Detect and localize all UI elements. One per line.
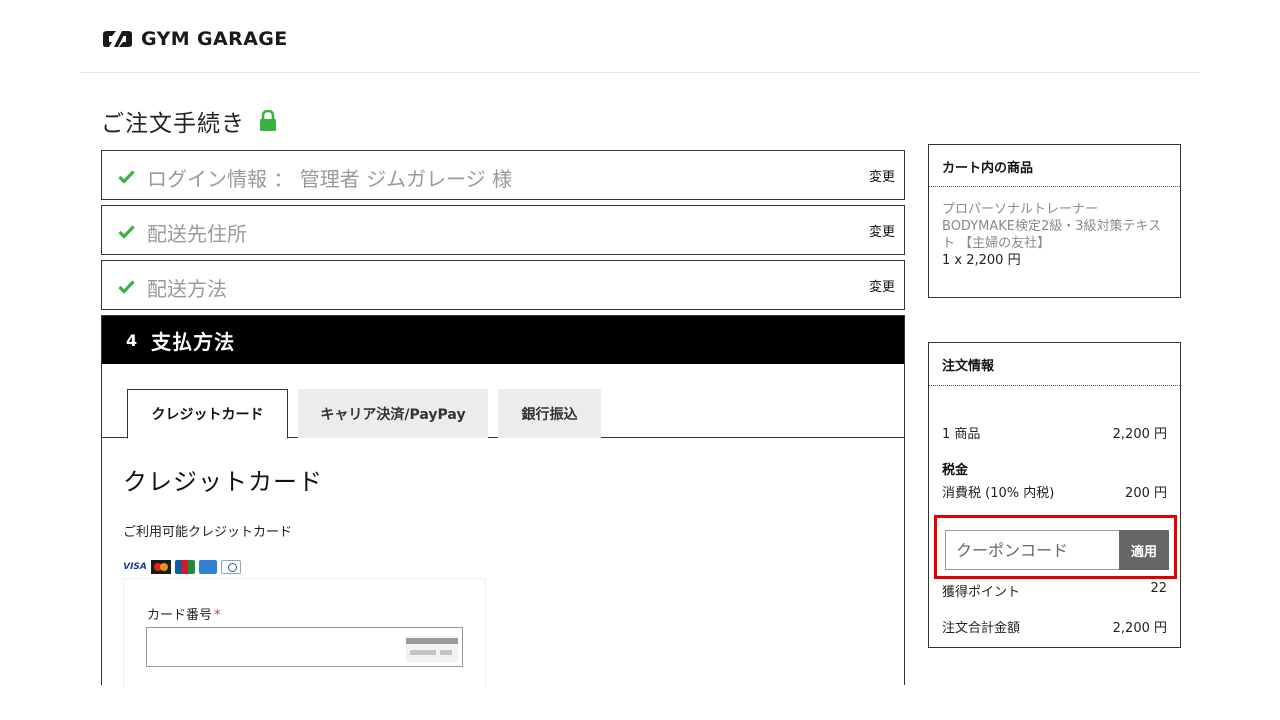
step-label-login: ログイン情報 ： 管理者 ジムガレージ 様 [147, 167, 513, 191]
tab-bank-transfer[interactable]: 銀行振込 [498, 389, 601, 438]
apply-coupon-button[interactable]: 適用 [1119, 530, 1169, 570]
payment-header: 4 支払方法 [102, 316, 904, 364]
total-value: 2,200 円 [1112, 621, 1167, 636]
check-icon [118, 280, 135, 294]
total-row: 注文合計金額 2,200 円 [942, 617, 1167, 636]
card-number-label: カード番号 * [147, 608, 221, 623]
check-icon [118, 225, 135, 239]
payment-tabs: クレジットカード キャリア決済/PayPay 銀行振込 [102, 389, 904, 439]
credit-card-icon [406, 636, 458, 662]
coupon-input[interactable] [945, 530, 1122, 570]
change-address-button[interactable]: 変更 [869, 221, 895, 240]
items-label: 1 商品 [942, 427, 981, 442]
cart-heading: カート内の商品 [929, 145, 1180, 187]
change-login-button[interactable]: 変更 [869, 166, 895, 185]
check-icon [118, 170, 135, 184]
cart-summary: カート内の商品 プロパーソナルトレーナーBODYMAKE検定2級・3級対策テキス… [928, 144, 1181, 298]
lock-icon [260, 110, 276, 131]
items-row: 1 商品 2,200 円 [942, 423, 1167, 442]
items-value: 2,200 円 [1112, 427, 1167, 442]
card-number-input[interactable] [146, 627, 463, 667]
site-header: GYM GARAGE [80, 0, 1200, 73]
step-login: ログイン情報 ： 管理者 ジムガレージ 様 変更 [101, 150, 905, 200]
order-heading: 注文情報 [929, 343, 1180, 386]
card-form: カード番号 * [123, 578, 486, 688]
page-title-row: ご注文手続き [101, 104, 277, 138]
amex-icon [199, 560, 217, 574]
required-mark: * [214, 608, 221, 623]
step-label-shipping-method: 配送方法 [147, 277, 227, 301]
mastercard-icon [151, 560, 171, 574]
step-number: 4 [126, 330, 138, 350]
brand-name: GYM GARAGE [141, 28, 288, 50]
step-label-shipping-address: 配送先住所 [147, 222, 247, 246]
total-label: 注文合計金額 [942, 621, 1021, 636]
tab-credit-card[interactable]: クレジットカード [127, 389, 288, 439]
coupon-highlight: 適用 [934, 515, 1177, 579]
tax-row: 消費税 (10% 内税) 200 円 [942, 482, 1167, 501]
page-title: ご注文手続き [101, 111, 245, 137]
tax-label: 消費税 (10% 内税) [942, 486, 1055, 501]
payment-section: 4 支払方法 クレジットカード キャリア決済/PayPay 銀行振込 クレジット… [101, 315, 905, 688]
gym-garage-logo-icon [103, 31, 132, 47]
jcb-icon [175, 560, 195, 574]
step-shipping-method: 配送方法 変更 [101, 260, 905, 310]
diners-icon [221, 560, 241, 574]
points-label: 獲得ポイント [942, 585, 1021, 600]
tab-carrier-paypay[interactable]: キャリア決済/PayPay [298, 389, 488, 438]
tax-value: 200 円 [1125, 486, 1167, 501]
points-value: 22 [1150, 581, 1167, 596]
credit-card-heading: クレジットカード [123, 468, 323, 496]
card-brands: VISA [123, 560, 241, 574]
step-shipping-address: 配送先住所 変更 [101, 205, 905, 255]
cart-item-qty-price: 1 x 2,200 円 [942, 253, 1021, 268]
tax-heading: 税金 [942, 463, 969, 478]
visa-icon: VISA [123, 562, 147, 572]
order-summary: 注文情報 1 商品 2,200 円 税金 消費税 (10% 内税) 200 円 … [928, 342, 1181, 648]
cart-item: プロパーソナルトレーナーBODYMAKE検定2級・3級対策テキスト 【主婦の友社… [929, 187, 1180, 283]
points-row: 獲得ポイント 22 [942, 581, 1167, 600]
logo[interactable]: GYM GARAGE [102, 28, 288, 50]
available-cards-label: ご利用可能クレジットカード [123, 525, 293, 540]
change-method-button[interactable]: 変更 [869, 276, 895, 295]
payment-title: 支払方法 [151, 329, 236, 354]
cart-item-name[interactable]: プロパーソナルトレーナーBODYMAKE検定2級・3級対策テキスト 【主婦の友社… [942, 201, 1167, 252]
